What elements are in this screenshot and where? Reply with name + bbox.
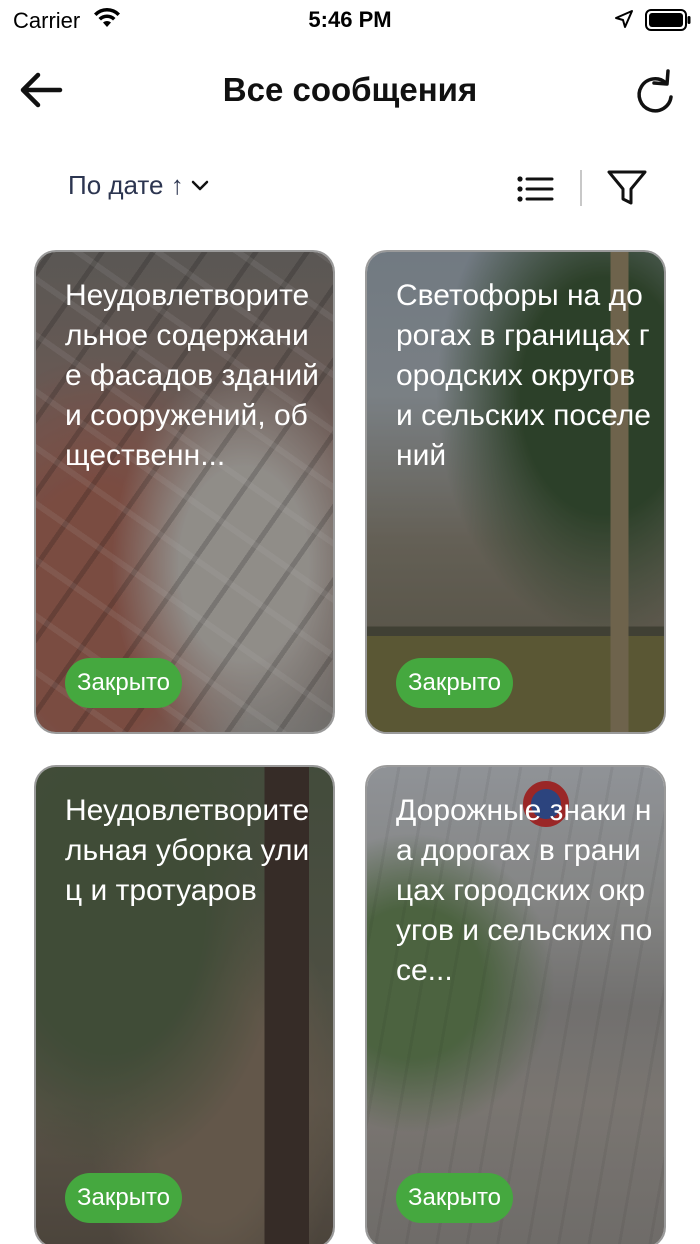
- filter-icon[interactable]: [606, 168, 648, 208]
- status-bar: Carrier 5:46 PM: [0, 0, 700, 40]
- location-arrow-icon: [615, 10, 633, 28]
- navigation-bar: Все сообщения: [0, 55, 700, 127]
- status-badge: Закрыто: [396, 658, 514, 708]
- toolbar: По дате ↑: [0, 160, 700, 216]
- chevron-down-icon: [191, 180, 208, 190]
- status-badge: Закрыто: [65, 1173, 183, 1223]
- status-badge: Закрыто: [396, 1173, 514, 1223]
- message-card[interactable]: Неудовлетворительная уборка улиц и троту…: [34, 765, 335, 1244]
- list-view-icon[interactable]: [515, 174, 555, 204]
- toolbar-divider: [580, 170, 582, 206]
- card-title: Дорожные знаки на дорогах в границах гор…: [396, 794, 653, 987]
- refresh-icon[interactable]: [632, 67, 678, 117]
- battery-icon: [645, 9, 691, 31]
- sort-dropdown[interactable]: По дате ↑: [68, 170, 210, 201]
- message-card[interactable]: Светофоры на дорогах в границах городски…: [365, 250, 666, 734]
- card-title: Светофоры на дорогах в границах городски…: [396, 279, 651, 472]
- sort-label: По дате ↑: [68, 170, 184, 200]
- card-title: Неудовлетворительное содержание фасадов …: [65, 279, 319, 472]
- card-title: Неудовлетворительная уборка улиц и троту…: [65, 794, 310, 907]
- message-card[interactable]: Дорожные знаки на дорогах в границах гор…: [365, 765, 666, 1244]
- page-title: Все сообщения: [222, 71, 478, 108]
- status-badge: Закрыто: [65, 658, 183, 708]
- message-card[interactable]: Неудовлетворительное содержание фасадов …: [34, 250, 335, 734]
- status-time: 5:46 PM: [308, 7, 392, 32]
